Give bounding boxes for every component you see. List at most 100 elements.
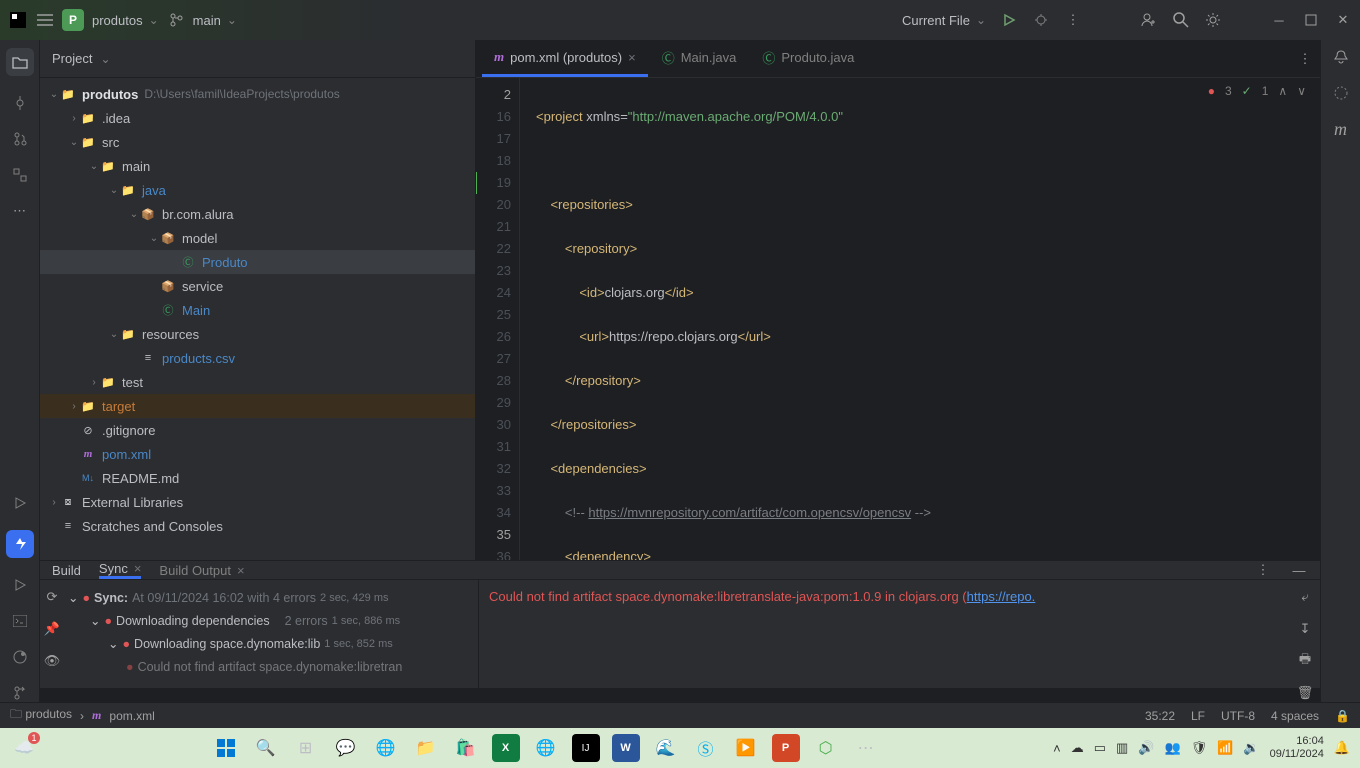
- notification-center-icon[interactable]: 🔔: [1334, 740, 1350, 756]
- scroll-to-end-icon[interactable]: ↧: [1296, 620, 1314, 638]
- file-encoding[interactable]: UTF-8: [1221, 709, 1255, 723]
- media-player-icon[interactable]: ▶️: [732, 734, 760, 762]
- tree-idea[interactable]: .idea: [102, 111, 130, 126]
- volume-icon[interactable]: 🔊: [1138, 740, 1154, 756]
- soft-wrap-icon[interactable]: ⤶: [1296, 588, 1314, 606]
- tree-model[interactable]: model: [182, 231, 217, 246]
- task-view-icon[interactable]: ⊞: [292, 734, 320, 762]
- security-icon[interactable]: 🛡: [1191, 740, 1208, 756]
- teams-tray-icon[interactable]: 👥: [1165, 740, 1181, 756]
- explorer-icon[interactable]: 📁: [412, 734, 440, 762]
- tab-main-java[interactable]: ⒸMain.java: [650, 40, 749, 77]
- project-pane-title[interactable]: Project: [52, 51, 92, 66]
- breadcrumb-project[interactable]: 🗀 produtos: [10, 705, 72, 726]
- intellij-icon[interactable]: IJ: [572, 734, 600, 762]
- battery-icon[interactable]: ▭: [1094, 740, 1106, 756]
- maximize-button[interactable]: [1302, 11, 1320, 29]
- tree-main[interactable]: main: [122, 159, 150, 174]
- tree-main-cls[interactable]: Main: [182, 303, 210, 318]
- more-tools-icon[interactable]: ⋯: [11, 202, 29, 220]
- readonly-icon[interactable]: 🔒: [1335, 709, 1350, 723]
- tree-src[interactable]: src: [102, 135, 119, 150]
- services-tool-icon[interactable]: [11, 494, 29, 512]
- tree-root[interactable]: produtos: [82, 87, 138, 102]
- skype-icon[interactable]: Ⓢ: [692, 734, 720, 762]
- powerpoint-icon[interactable]: P: [772, 734, 800, 762]
- ai-assistant-icon[interactable]: [1332, 84, 1350, 102]
- tree-products-csv[interactable]: products.csv: [162, 351, 235, 366]
- run-tool-icon[interactable]: [11, 576, 29, 594]
- tree-resources[interactable]: resources: [142, 327, 199, 342]
- caret-position[interactable]: 35:22: [1145, 709, 1175, 723]
- tree-gitignore[interactable]: .gitignore: [102, 423, 155, 438]
- tree-pom[interactable]: pom.xml: [102, 447, 151, 462]
- settings-icon[interactable]: [1204, 11, 1222, 29]
- close-icon[interactable]: ×: [134, 561, 142, 576]
- edge-icon[interactable]: 🌊: [652, 734, 680, 762]
- tab-options-icon[interactable]: ⋮: [1296, 50, 1314, 68]
- more-icon[interactable]: ⋮: [1064, 11, 1082, 29]
- wifi-icon[interactable]: 📶: [1217, 740, 1233, 756]
- close-icon[interactable]: ×: [237, 563, 245, 578]
- code-content[interactable]: <project xmlns="http://maven.apache.org/…: [520, 78, 1320, 560]
- tree-service[interactable]: service: [182, 279, 223, 294]
- project-dropdown[interactable]: produtos: [92, 13, 159, 28]
- onedrive-icon[interactable]: ☁: [1071, 740, 1084, 756]
- sync-tab[interactable]: Sync×: [99, 561, 142, 579]
- close-button[interactable]: ✕: [1334, 11, 1352, 29]
- tree-readme[interactable]: README.md: [102, 471, 179, 486]
- overflow-icon[interactable]: ⋯: [852, 734, 880, 762]
- tab-pom[interactable]: mpom.xml (produtos)×: [482, 40, 648, 77]
- next-highlight-icon[interactable]: ∨: [1297, 84, 1306, 98]
- sound-icon[interactable]: 🔉: [1243, 740, 1259, 756]
- structure-tool-icon[interactable]: [11, 166, 29, 184]
- tree-produto[interactable]: Produto: [202, 255, 248, 270]
- branch-dropdown[interactable]: main: [193, 13, 237, 28]
- gutter[interactable]: 2 16 17 18 19 20 21 22 23 24 25 26 27 28…: [476, 78, 520, 560]
- problems-tool-icon[interactable]: [11, 648, 29, 666]
- terminal-tool-icon[interactable]: [11, 612, 29, 630]
- panel-options-icon[interactable]: ⋮: [1254, 561, 1272, 579]
- clear-icon[interactable]: 🗑: [1296, 684, 1314, 702]
- breadcrumb-file[interactable]: pom.xml: [109, 709, 154, 723]
- tab-produto-java[interactable]: ⒸProduto.java: [750, 40, 866, 77]
- tree-java[interactable]: java: [142, 183, 166, 198]
- commit-tool-icon[interactable]: [11, 94, 29, 112]
- tree-test[interactable]: test: [122, 375, 143, 390]
- error-link[interactable]: https://repo.: [967, 589, 1036, 604]
- build-output[interactable]: Could not find artifact space.dynomake:l…: [478, 580, 1290, 702]
- hamburger-icon[interactable]: [36, 11, 54, 29]
- print-icon[interactable]: 🖶: [1296, 652, 1314, 670]
- tree-target[interactable]: target: [102, 399, 135, 414]
- indent-setting[interactable]: 4 spaces: [1271, 709, 1319, 723]
- chrome-icon[interactable]: 🌐: [532, 734, 560, 762]
- prev-highlight-icon[interactable]: ∧: [1278, 84, 1287, 98]
- start-button[interactable]: [212, 734, 240, 762]
- maven-tool-icon[interactable]: m: [1332, 120, 1350, 138]
- tree-pkg[interactable]: br.com.alura: [162, 207, 234, 222]
- build-tool-icon[interactable]: [6, 530, 34, 558]
- chat-icon[interactable]: 💬: [332, 734, 360, 762]
- hide-panel-icon[interactable]: —: [1290, 561, 1308, 579]
- notifications-icon[interactable]: [1332, 48, 1350, 66]
- build-tree[interactable]: ⌄●Sync: At 09/11/2024 16:02 with 4 error…: [64, 580, 478, 702]
- pin-icon[interactable]: 📌: [43, 620, 61, 638]
- tree-ext-lib[interactable]: External Libraries: [82, 495, 183, 510]
- debug-icon[interactable]: [1032, 11, 1050, 29]
- inspections-widget[interactable]: ●3 ✓1 ∧ ∨: [1208, 84, 1306, 98]
- project-tool-icon[interactable]: [6, 48, 34, 76]
- excel-icon[interactable]: X: [492, 734, 520, 762]
- tray-chevron-icon[interactable]: ˄: [1053, 741, 1061, 756]
- word-icon[interactable]: W: [612, 734, 640, 762]
- filter-icon[interactable]: 👁: [43, 652, 61, 670]
- copilot-icon[interactable]: 🌐: [372, 734, 400, 762]
- code-with-me-icon[interactable]: [1140, 11, 1158, 29]
- project-view-dropdown[interactable]: [98, 51, 110, 66]
- run-icon[interactable]: [1000, 11, 1018, 29]
- app-icon[interactable]: ⬡: [812, 734, 840, 762]
- search-icon[interactable]: [1172, 11, 1190, 29]
- minimize-button[interactable]: ─: [1270, 11, 1288, 29]
- line-separator[interactable]: LF: [1191, 709, 1205, 723]
- search-taskbar-icon[interactable]: 🔍: [252, 734, 280, 762]
- tree-scratches[interactable]: Scratches and Consoles: [82, 519, 223, 534]
